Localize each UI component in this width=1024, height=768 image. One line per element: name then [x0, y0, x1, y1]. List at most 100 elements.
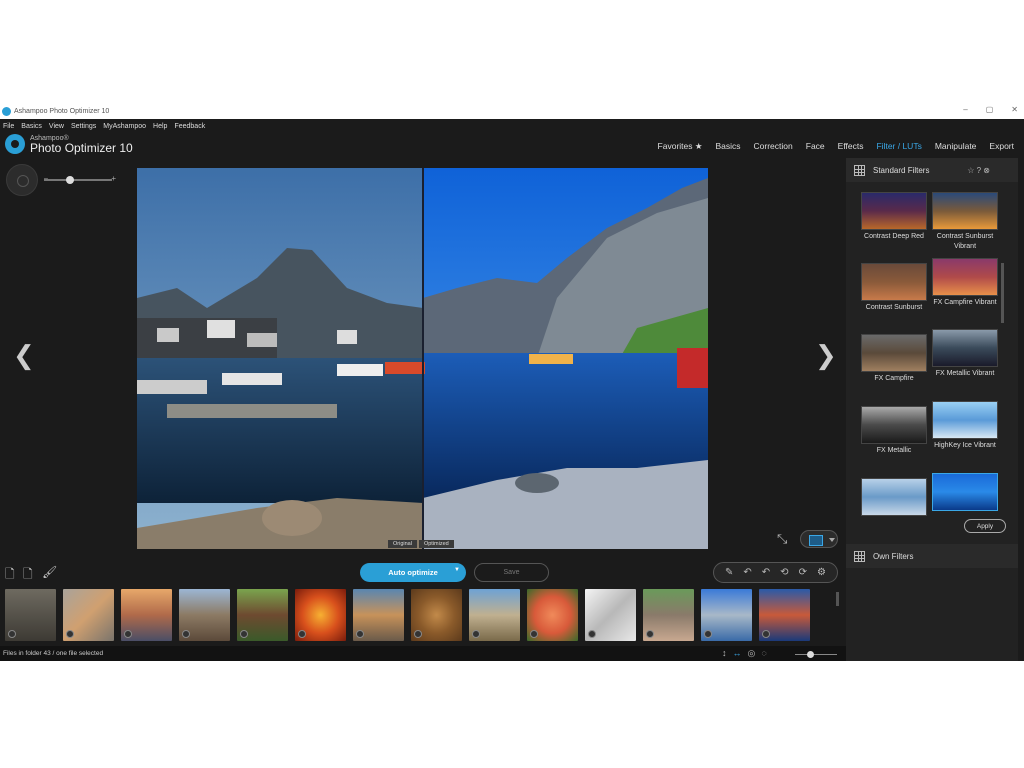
tab-export[interactable]: Export: [989, 141, 1014, 152]
loading-icon[interactable]: ◌: [761, 648, 766, 659]
next-image-icon[interactable]: ❯: [815, 341, 837, 371]
thumbnail[interactable]: [63, 589, 114, 641]
filter-preview: [861, 334, 927, 372]
undo-all-icon[interactable]: ↶: [762, 567, 770, 578]
minimize-button[interactable]: –: [963, 105, 967, 114]
close-button[interactable]: ✕: [1011, 105, 1018, 114]
thumbnail[interactable]: [5, 589, 56, 641]
auto-optimize-button[interactable]: Auto optimize ▼: [360, 563, 466, 582]
filter-fx-campfire[interactable]: FX Campfire: [861, 334, 927, 384]
filter-highkey-ice[interactable]: [861, 478, 927, 518]
filter-label: FX Metallic: [876, 447, 912, 454]
zoom-slider[interactable]: – +: [44, 174, 116, 184]
filter-contrast-sunburst-vibrant[interactable]: Contrast Sunburst Vibrant: [932, 192, 998, 252]
tab-basics[interactable]: Basics: [715, 141, 740, 152]
select-radio[interactable]: [704, 630, 712, 638]
file-open-icon[interactable]: 🗋: [5, 565, 15, 586]
thumbnail[interactable]: [353, 589, 404, 641]
menu-file[interactable]: File: [3, 123, 14, 130]
menu-myashampoo[interactable]: MyAshampoo: [103, 123, 146, 130]
filter-contrast-deep-red[interactable]: Contrast Deep Red: [861, 192, 927, 242]
photo-preview[interactable]: [137, 168, 708, 549]
pan-navigator-icon[interactable]: [6, 164, 38, 196]
thumbnail-size-handle[interactable]: [807, 651, 814, 658]
tab-filter-luts[interactable]: Filter / LUTs: [876, 141, 921, 152]
collapse-icon[interactable]: ⤡: [777, 531, 787, 547]
file-add-icon[interactable]: 🗋: [23, 565, 33, 586]
thumbnail[interactable]: [411, 589, 462, 641]
filter-fx-metallic[interactable]: FX Metallic: [861, 406, 927, 456]
thumbnail[interactable]: [469, 589, 520, 641]
menu-basics[interactable]: Basics: [21, 123, 42, 130]
filmstrip: [5, 589, 810, 641]
menu-settings[interactable]: Settings: [71, 123, 96, 130]
tab-favorites[interactable]: Favorites ★: [658, 141, 703, 152]
standard-filters-header[interactable]: Standard Filters ☆ ? ⊗: [846, 158, 1018, 182]
own-filters-header[interactable]: Own Filters: [846, 544, 1018, 568]
menu-help[interactable]: Help: [153, 123, 167, 130]
select-radio[interactable]: [414, 630, 422, 638]
undo-icon[interactable]: ↶: [743, 567, 751, 578]
thumbnail[interactable]: [179, 589, 230, 641]
app-logo: Ashampoo® Photo Optimizer 10: [5, 134, 133, 154]
save-button[interactable]: Save: [474, 563, 549, 582]
zoom-in-icon[interactable]: +: [111, 174, 116, 183]
filmstrip-scrollbar[interactable]: [836, 592, 839, 606]
thumbnail[interactable]: [295, 589, 346, 641]
filter-highkey-ice-vibrant[interactable]: HighKey Ice Vibrant: [932, 401, 998, 451]
gear-icon[interactable]: ⚙: [817, 567, 826, 578]
thumbnail[interactable]: [237, 589, 288, 641]
brush-icon[interactable]: 🖌: [42, 565, 57, 579]
panel-actions-icons[interactable]: ☆ ? ⊗: [967, 166, 990, 175]
zoom-out-icon[interactable]: –: [44, 175, 48, 182]
tab-correction[interactable]: Correction: [754, 141, 793, 152]
tab-face[interactable]: Face: [806, 141, 825, 152]
filter-label: Contrast Deep Red: [864, 233, 924, 240]
apply-button[interactable]: Apply: [964, 519, 1006, 533]
thumbnail[interactable]: [527, 589, 578, 641]
select-radio[interactable]: [762, 630, 770, 638]
select-radio[interactable]: [530, 630, 538, 638]
select-radio[interactable]: [182, 630, 190, 638]
select-radio[interactable]: [356, 630, 364, 638]
rotate-right-icon[interactable]: ⟳: [799, 567, 807, 578]
chevron-down-icon[interactable]: ▼: [454, 567, 460, 573]
filter-fx-metallic-vibrant[interactable]: FX Metallic Vibrant: [932, 329, 998, 379]
select-radio[interactable]: [124, 630, 132, 638]
window-titlebar: Ashampoo Photo Optimizer 10 – ▢ ✕: [0, 104, 1024, 119]
magic-wand-icon[interactable]: ✎: [725, 567, 733, 578]
thumbnail-size-slider[interactable]: [795, 651, 837, 658]
horizontal-split-icon[interactable]: ↔: [733, 648, 742, 659]
rotate-left-icon[interactable]: ⟲: [780, 567, 788, 578]
tab-effects[interactable]: Effects: [838, 141, 864, 152]
thumbnail[interactable]: [121, 589, 172, 641]
compare-icon[interactable]: ◎: [748, 648, 756, 659]
select-radio[interactable]: [472, 630, 480, 638]
thumbnail[interactable]: [759, 589, 810, 641]
menu-view[interactable]: View: [49, 123, 64, 130]
previous-image-icon[interactable]: ❮: [13, 341, 35, 371]
menu-feedback[interactable]: Feedback: [174, 123, 205, 130]
tab-manipulate[interactable]: Manipulate: [935, 141, 977, 152]
filter-fx-campfire-vibrant[interactable]: FX Campfire Vibrant: [932, 258, 998, 308]
thumbnail[interactable]: [585, 589, 636, 641]
select-radio[interactable]: [588, 630, 596, 638]
select-radio[interactable]: [646, 630, 654, 638]
filter-preview: [932, 329, 998, 367]
compare-view-toggle[interactable]: [800, 530, 838, 548]
filter-selected[interactable]: [932, 473, 998, 513]
filter-preview: [861, 192, 927, 230]
filter-panel-scrollbar[interactable]: [1001, 263, 1004, 323]
select-radio[interactable]: [8, 630, 16, 638]
vertical-split-icon[interactable]: ↕: [722, 648, 727, 659]
maximize-button[interactable]: ▢: [986, 105, 994, 114]
select-radio[interactable]: [298, 630, 306, 638]
auto-optimize-label: Auto optimize: [388, 568, 438, 577]
zoom-slider-handle[interactable]: [66, 176, 74, 184]
thumbnail[interactable]: [701, 589, 752, 641]
filter-contrast-sunburst[interactable]: Contrast Sunburst: [861, 263, 927, 313]
thumbnail[interactable]: [643, 589, 694, 641]
menu-bar: File Basics View Settings MyAshampoo Hel…: [0, 119, 1024, 133]
select-radio[interactable]: [240, 630, 248, 638]
select-radio[interactable]: [66, 630, 74, 638]
